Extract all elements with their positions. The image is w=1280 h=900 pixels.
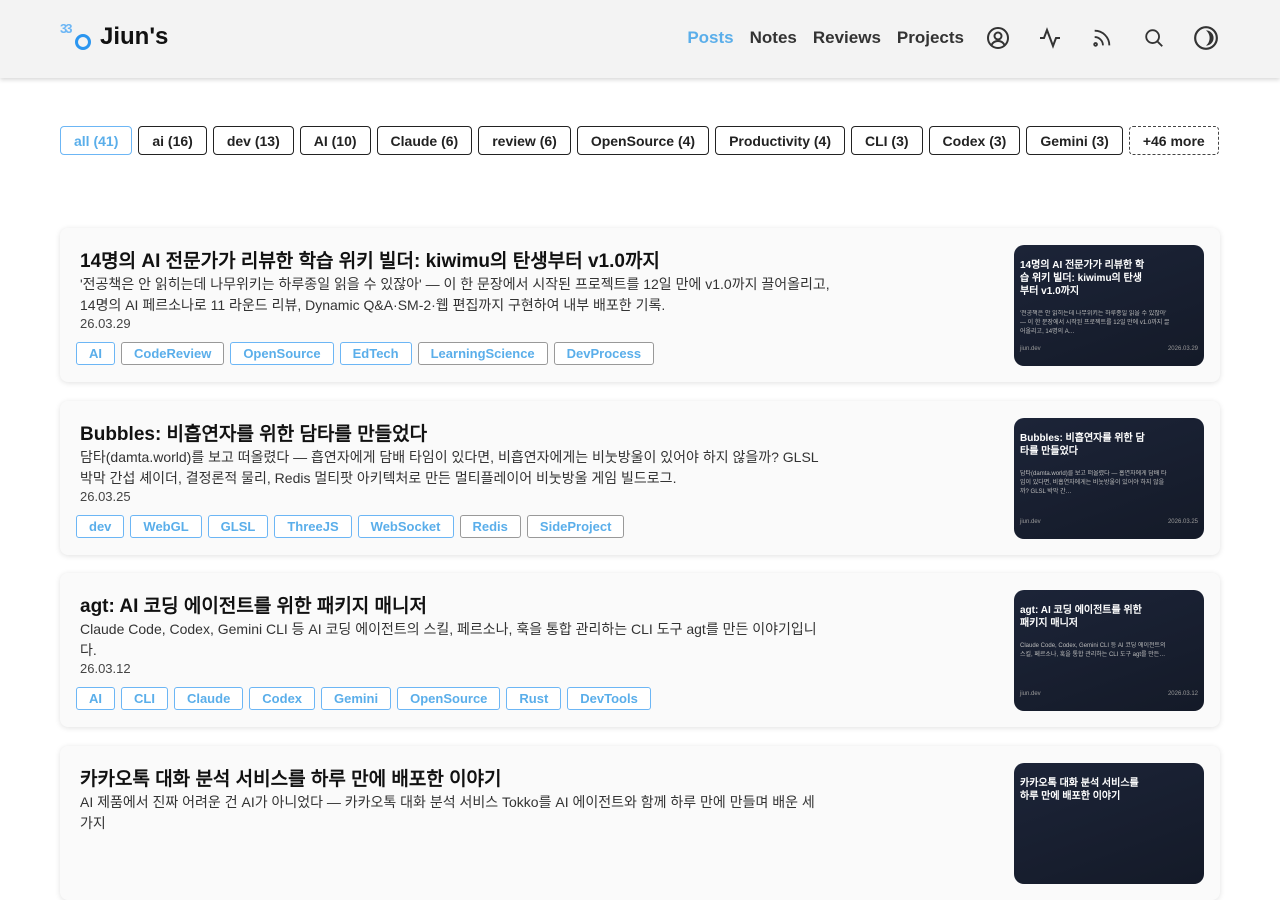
post-title[interactable]: 카카오톡 대화 분석 서비스를 하루 만에 배포한 이야기 bbox=[80, 764, 502, 791]
post-tags: AI CodeReview OpenSource EdTech LearningScie… bbox=[76, 342, 655, 365]
filter-chip[interactable]: Productivity (4) bbox=[715, 126, 845, 155]
filter-chip[interactable]: OpenSource (4) bbox=[576, 126, 710, 155]
post-description: Claude Code, Codex, Gemini CLI 등 AI 코딩 에… bbox=[80, 621, 817, 658]
main-nav: Posts Notes Reviews Projects bbox=[687, 18, 1220, 58]
post-tag[interactable]: EdTech bbox=[339, 342, 412, 365]
post-thumbnail[interactable]: 카카오톡 대화 분석 서비스를 하루 만에 배포한 이야기 bbox=[1014, 763, 1204, 884]
post-tag[interactable]: DevTools bbox=[567, 687, 651, 710]
post-tag[interactable]: DevProcess bbox=[553, 342, 655, 365]
thumbnail-excerpt: '전공책은 안 읽히는데 나무위키는 하루종일 읽을 수 있잖아' — 이 한 … bbox=[1020, 311, 1170, 335]
post-description: 담타(damta.world)를 보고 떠올렸다 — 흡연자에게 담배 타임이 … bbox=[80, 449, 819, 486]
post-tag[interactable]: Gemini bbox=[321, 687, 392, 710]
filter-chip[interactable]: all (41) bbox=[60, 126, 133, 155]
rss-icon[interactable] bbox=[1088, 24, 1116, 52]
thumbnail-site: jiun.dev bbox=[1020, 519, 1041, 525]
filter-chip[interactable]: CLI (3) bbox=[850, 126, 923, 155]
thumbnail-title: agt: AI 코딩 에이전트를 위한 패키지 매니저 bbox=[1020, 605, 1142, 629]
logo-icon: 33 bbox=[60, 22, 92, 52]
post-tag[interactable]: GLSL bbox=[207, 515, 269, 538]
post-card[interactable]: 14명의 AI 전문가가 리뷰한 학습 위키 빌더: kiwimu의 탄생부터 … bbox=[60, 228, 1220, 382]
post-description: AI 제품에서 진짜 어려운 건 AI가 아니었다 — 카카오톡 대화 분석 서… bbox=[80, 794, 815, 831]
post-thumbnail[interactable]: 14명의 AI 전문가가 리뷰한 학습 위키 빌더: kiwimu의 탄생부터 … bbox=[1014, 245, 1204, 366]
post-title[interactable]: 14명의 AI 전문가가 리뷰한 학습 위키 빌더: kiwimu의 탄생부터 … bbox=[80, 246, 660, 273]
thumbnail-date: 2026.03.12 bbox=[1167, 691, 1198, 697]
post-title[interactable]: Bubbles: 비흡연자를 위한 담타를 만들었다 bbox=[80, 419, 427, 446]
post-tag[interactable]: SideProject bbox=[526, 515, 625, 538]
post-tag[interactable]: ThreeJS bbox=[274, 515, 352, 538]
post-tag[interactable]: dev bbox=[76, 515, 125, 538]
tag-filter-list: all (41) ai (16) dev (13) AI (10) Claude (6)… bbox=[60, 126, 1220, 155]
filter-chip[interactable]: Codex (3) bbox=[928, 126, 1021, 155]
brand-name: Jiun's bbox=[100, 23, 169, 50]
search-icon[interactable] bbox=[1140, 24, 1168, 52]
post-tag[interactable]: WebGL bbox=[130, 515, 202, 538]
post-tag[interactable]: Claude bbox=[173, 687, 244, 710]
post-tag[interactable]: OpenSource bbox=[230, 342, 334, 365]
post-date: 26.03.12 bbox=[80, 661, 131, 676]
post-tag[interactable]: Codex bbox=[249, 687, 316, 710]
post-card[interactable]: agt: AI 코딩 에이전트를 위한 패키지 매니저 Claude Code,… bbox=[60, 573, 1220, 727]
thumbnail-excerpt: Claude Code, Codex, Gemini CLI 등 AI 코딩 에… bbox=[1020, 643, 1166, 658]
post-description: '전공책은 안 읽히는데 나무위키는 하루종일 읽을 수 있잖아' — 이 한 … bbox=[80, 276, 830, 313]
post-thumbnail[interactable]: agt: AI 코딩 에이전트를 위한 패키지 매니저 Claude Code,… bbox=[1014, 590, 1204, 711]
filter-chip[interactable]: ai (16) bbox=[138, 126, 207, 155]
post-card[interactable]: 카카오톡 대화 분석 서비스를 하루 만에 배포한 이야기 AI 제품에서 진짜… bbox=[60, 746, 1220, 900]
post-tag[interactable]: CodeReview bbox=[121, 342, 225, 365]
post-tags: AI CLI Claude Codex Gemini OpenSource Rust DevT… bbox=[76, 687, 651, 710]
more-filters-button[interactable]: +46 more bbox=[1128, 126, 1219, 155]
post-tag[interactable]: Rust bbox=[506, 687, 562, 710]
nav-notes[interactable]: Notes bbox=[750, 28, 797, 48]
post-tag[interactable]: OpenSource bbox=[397, 687, 501, 710]
post-tag[interactable]: CLI bbox=[121, 687, 168, 710]
post-tag[interactable]: AI bbox=[76, 342, 115, 365]
home-link[interactable]: 33 Jiun's bbox=[60, 22, 168, 52]
post-date: 26.03.29 bbox=[80, 316, 131, 331]
thumbnail-site: jiun.dev bbox=[1020, 691, 1041, 697]
nav-projects[interactable]: Projects bbox=[897, 28, 964, 48]
post-tags: dev WebGL GLSL ThreeJS WebSocket Redis SidePro… bbox=[76, 515, 625, 538]
post-tag[interactable]: Redis bbox=[459, 515, 521, 538]
filter-chip[interactable]: Gemini (3) bbox=[1026, 126, 1123, 155]
post-title[interactable]: agt: AI 코딩 에이전트를 위한 패키지 매니저 bbox=[80, 591, 427, 618]
post-tag[interactable]: WebSocket bbox=[357, 515, 454, 538]
nav-reviews[interactable]: Reviews bbox=[813, 28, 881, 48]
thumbnail-site: jiun.dev bbox=[1020, 346, 1041, 352]
post-tag[interactable]: LearningScience bbox=[417, 342, 548, 365]
post-card[interactable]: Bubbles: 비흡연자를 위한 담타를 만들었다 담타(damta.worl… bbox=[60, 401, 1220, 555]
post-date: 26.03.25 bbox=[80, 489, 131, 504]
thumbnail-date: 2026.03.29 bbox=[1167, 346, 1198, 352]
activity-icon[interactable] bbox=[1036, 24, 1064, 52]
site-header: 33 Jiun's Posts Notes Reviews Projects bbox=[0, 0, 1280, 78]
filter-chip[interactable]: dev (13) bbox=[212, 126, 294, 155]
filter-chip[interactable]: Claude (6) bbox=[376, 126, 473, 155]
thumbnail-title: 14명의 AI 전문가가 리뷰한 학습 위키 빌더: kiwimu의 탄생부터 … bbox=[1020, 260, 1145, 297]
thumbnail-title: Bubbles: 비흡연자를 위한 담타를 만들었다 bbox=[1020, 433, 1145, 457]
nav-posts[interactable]: Posts bbox=[687, 28, 733, 48]
thumbnail-title: 카카오톡 대화 분석 서비스를 하루 만에 배포한 이야기 bbox=[1020, 778, 1139, 802]
post-tag[interactable]: AI bbox=[76, 687, 115, 710]
user-circle-icon[interactable] bbox=[984, 24, 1012, 52]
filter-chip[interactable]: review (6) bbox=[478, 126, 571, 155]
theme-toggle-icon[interactable] bbox=[1192, 24, 1220, 52]
thumbnail-date: 2026.03.25 bbox=[1167, 519, 1198, 525]
filter-chip[interactable]: AI (10) bbox=[299, 126, 371, 155]
thumbnail-excerpt: 담타(damta.world)를 보고 떠올렸다 — 흡연자에게 담배 타임이 … bbox=[1020, 471, 1167, 495]
post-thumbnail[interactable]: Bubbles: 비흡연자를 위한 담타를 만들었다 담타(damta.worl… bbox=[1014, 418, 1204, 539]
thumbnail-excerpt bbox=[1020, 815, 1170, 842]
